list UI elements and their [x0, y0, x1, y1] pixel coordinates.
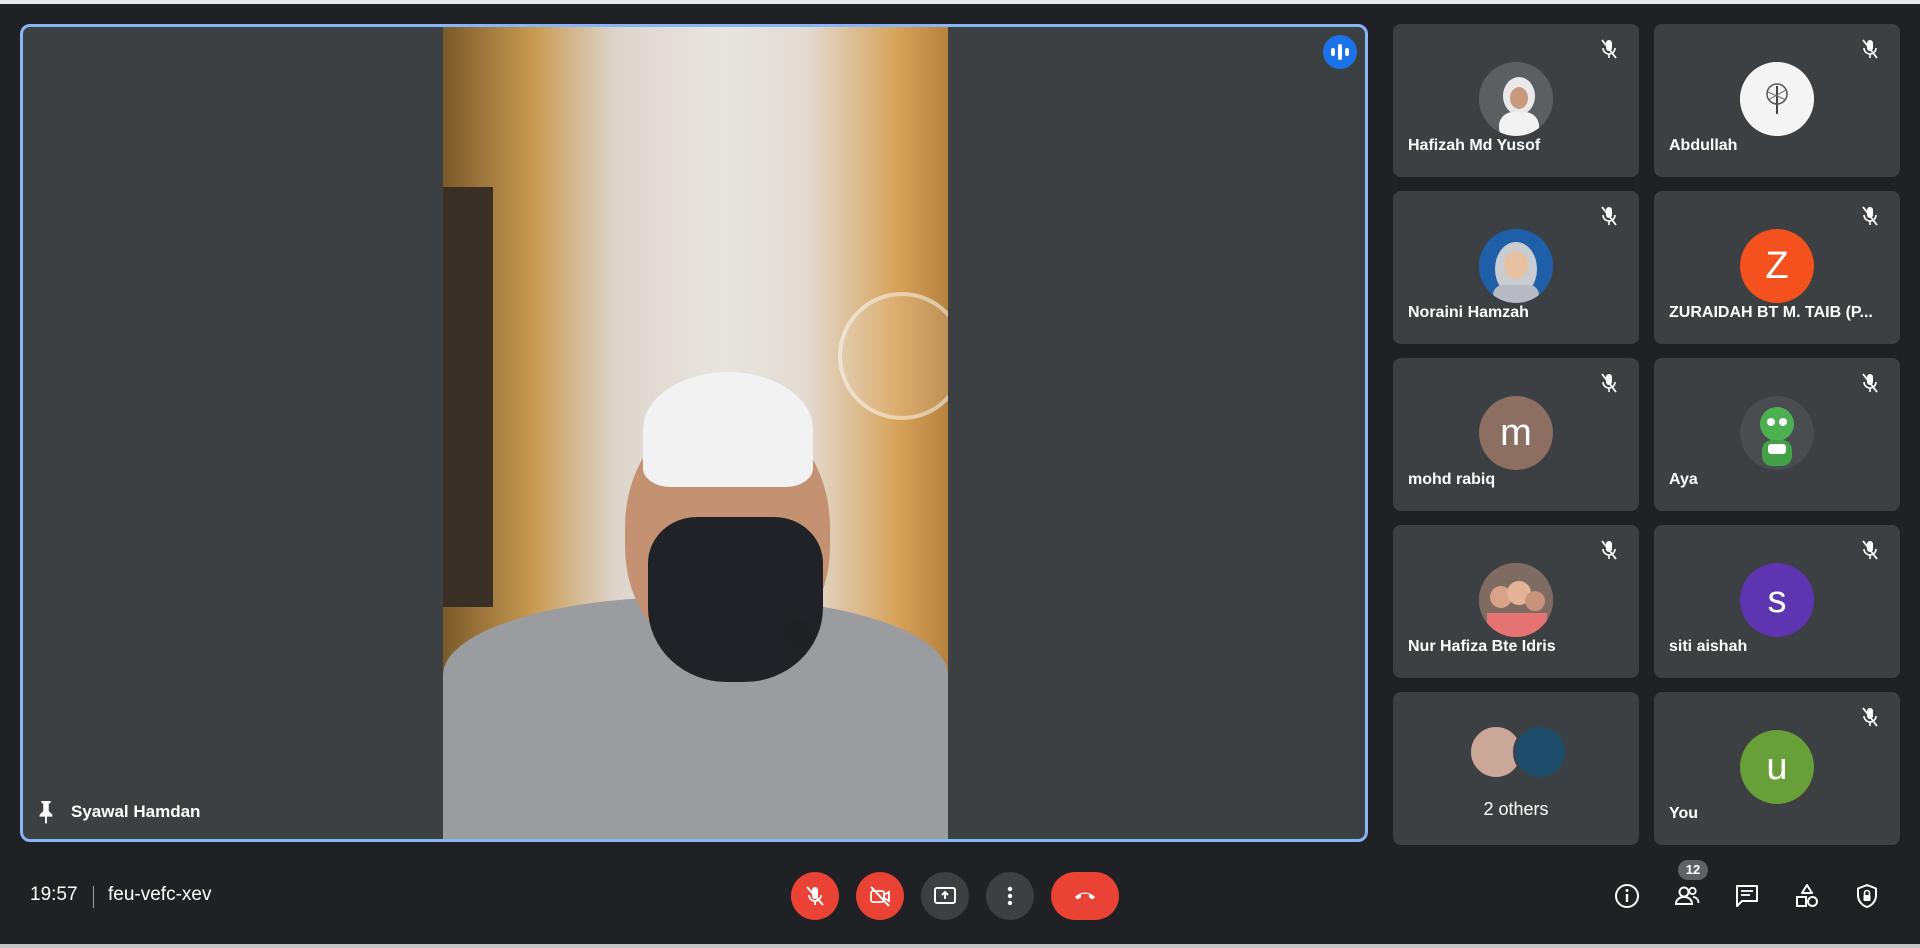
mic-off-icon: [1862, 206, 1878, 226]
avatar: [1479, 62, 1553, 136]
mic-off-icon: [806, 886, 824, 906]
speaking-indicator-icon: [1323, 35, 1357, 69]
divider: [93, 886, 94, 908]
avatar: [1479, 229, 1553, 303]
participant-tile[interactable]: Z ZURAIDAH BT M. TAIB (P...: [1654, 191, 1900, 344]
people-button[interactable]: [1669, 878, 1705, 914]
participant-tile[interactable]: s siti aishah: [1654, 525, 1900, 678]
participant-video: [443, 27, 948, 839]
participant-tile[interactable]: Aya: [1654, 358, 1900, 511]
others-label: 2 others: [1483, 799, 1549, 819]
host-controls-button[interactable]: [1849, 878, 1885, 914]
participant-name: Aya: [1669, 471, 1698, 488]
shield-lock-icon: [1857, 884, 1877, 908]
participant-tile[interactable]: Hafizah Md Yusof: [1393, 24, 1639, 177]
self-tile[interactable]: u You: [1654, 692, 1900, 845]
camera-toggle-button[interactable]: [856, 872, 904, 920]
info-icon: [1615, 884, 1639, 908]
avatar: m: [1479, 396, 1553, 470]
mic-off-icon: [1601, 540, 1617, 560]
mic-off-icon: [1862, 707, 1878, 727]
pinned-participant-name: Syawal Hamdan: [71, 802, 201, 821]
pinned-participant-tile[interactable]: Syawal Hamdan: [20, 24, 1368, 842]
bottom-edge: [0, 944, 1920, 948]
mic-off-icon: [1601, 206, 1617, 226]
participant-name: Abdullah: [1669, 137, 1738, 154]
participant-name: You: [1669, 805, 1699, 822]
avatar: [1513, 725, 1567, 779]
pin-icon[interactable]: [35, 799, 57, 825]
meeting-code: feu-vefc-xev: [108, 884, 212, 905]
people-icon: [1674, 886, 1700, 905]
pinned-name-label: Syawal Hamdan: [35, 799, 200, 825]
control-bar: 19:57 feu-vefc-xev 12: [0, 850, 1920, 944]
camera-off-icon: [870, 886, 890, 907]
participant-name: Nur Hafiza Bte Idris: [1408, 638, 1556, 655]
fan-in-video: [838, 292, 948, 420]
more-options-button[interactable]: [986, 872, 1034, 920]
more-vertical-icon: [1007, 886, 1013, 906]
meeting-clock: 19:57: [30, 884, 78, 905]
participant-name: ZURAIDAH BT M. TAIB (P...: [1669, 304, 1873, 321]
chat-icon: [1736, 885, 1758, 907]
participant-tile[interactable]: Nur Hafiza Bte Idris: [1393, 525, 1639, 678]
participant-tile[interactable]: Abdullah: [1654, 24, 1900, 177]
mic-off-icon: [1601, 373, 1617, 393]
participant-name: Noraini Hamzah: [1408, 304, 1529, 321]
meet-window: Syawal Hamdan Hafizah Md Yusof Abdullah …: [0, 0, 1920, 948]
others-avatar-stack: [1469, 725, 1569, 779]
avatar: [1740, 396, 1814, 470]
participant-tile[interactable]: m mohd rabiq: [1393, 358, 1639, 511]
participant-name: mohd rabiq: [1408, 471, 1496, 488]
mic-off-icon: [1862, 39, 1878, 59]
participant-tile[interactable]: Noraini Hamzah: [1393, 191, 1639, 344]
present-screen-button[interactable]: [921, 872, 969, 920]
mic-off-icon: [1601, 39, 1617, 59]
meeting-details-button[interactable]: [1609, 878, 1645, 914]
participant-name: Hafizah Md Yusof: [1408, 137, 1541, 154]
leave-call-button[interactable]: [1051, 872, 1119, 920]
participant-name: siti aishah: [1669, 638, 1748, 655]
end-call-icon: [1075, 892, 1095, 900]
avatar: [1479, 563, 1553, 637]
activities-icon: [1796, 884, 1818, 907]
avatar: u: [1740, 730, 1814, 804]
mic-toggle-button[interactable]: [791, 872, 839, 920]
chat-button[interactable]: [1729, 878, 1765, 914]
avatar: Z: [1740, 229, 1814, 303]
avatar: s: [1740, 563, 1814, 637]
mic-off-icon: [1862, 373, 1878, 393]
mic-off-icon: [1862, 540, 1878, 560]
top-edge: [0, 0, 1920, 4]
present-screen-icon: [934, 887, 956, 904]
others-tile[interactable]: 2 others: [1393, 692, 1639, 845]
people-count-badge: 12: [1678, 860, 1708, 880]
activities-button[interactable]: [1789, 878, 1825, 914]
avatar: [1740, 62, 1814, 136]
